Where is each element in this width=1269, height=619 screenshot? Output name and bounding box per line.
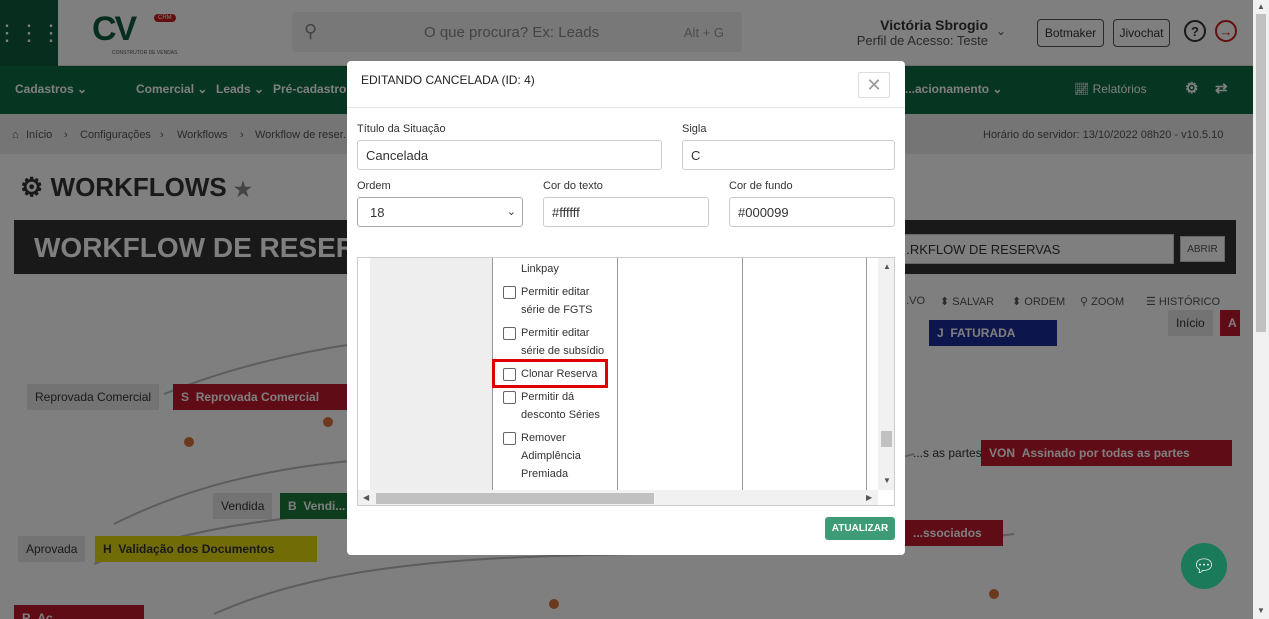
- ordem-select[interactable]: 18 ⌄: [357, 197, 523, 227]
- page-scrollbar[interactable]: ▲ ▼: [1253, 0, 1269, 619]
- page-scrollbar-thumb[interactable]: [1256, 14, 1266, 332]
- sigla-label: Sigla: [682, 123, 707, 135]
- cor-fundo-input[interactable]: #000099: [729, 197, 895, 227]
- permission-label-fgts: Permitir editar série de FGTS: [521, 286, 593, 316]
- permissions-vertical-scrollbar[interactable]: ▲ ▼: [878, 258, 894, 490]
- chat-icon[interactable]: 💬︎: [1181, 543, 1227, 589]
- cor-texto-input[interactable]: #ffffff: [543, 197, 709, 227]
- checkbox-desconto-series[interactable]: [503, 391, 516, 404]
- checkbox-editar-serie-fgts[interactable]: [503, 286, 516, 299]
- scroll-up-icon[interactable]: ▲: [1257, 2, 1265, 11]
- atualizar-button[interactable]: ATUALIZAR: [825, 517, 895, 540]
- scroll-down-icon[interactable]: ▼: [1257, 606, 1265, 615]
- permissions-horizontal-scrollbar[interactable]: ◀ ▶: [358, 490, 878, 505]
- checkbox-remover-adimplencia[interactable]: [503, 432, 516, 445]
- ordem-label: Ordem: [357, 180, 391, 192]
- permissions-table[interactable]: Linkpay Permitir editar série de FGTS Pe…: [357, 257, 895, 506]
- cor-fundo-label: Cor de fundo: [729, 180, 793, 192]
- permission-label-linkpay: Linkpay: [521, 263, 559, 275]
- horizontal-scrollbar-thumb[interactable]: [376, 493, 654, 504]
- modal-header: EDITANDO CANCELADA (ID: 4) ✕: [347, 61, 905, 108]
- titulo-label: Título da Situação: [357, 123, 446, 135]
- checkbox-editar-serie-subsidio[interactable]: [503, 327, 516, 340]
- permission-label-adimplencia: Remover Adimplência Premiada: [521, 432, 581, 480]
- permissions-column-empty: [370, 258, 492, 490]
- vertical-scrollbar-thumb[interactable]: [881, 431, 892, 447]
- sigla-input[interactable]: C: [682, 140, 895, 170]
- chevron-down-icon: ⌄: [506, 206, 516, 218]
- scroll-right-icon[interactable]: ▶: [866, 493, 872, 502]
- close-icon[interactable]: ✕: [858, 72, 890, 98]
- scroll-down-icon[interactable]: ▼: [883, 476, 891, 485]
- titulo-input[interactable]: Cancelada: [357, 140, 662, 170]
- scroll-left-icon[interactable]: ◀: [363, 493, 369, 502]
- modal-title: EDITANDO CANCELADA (ID: 4): [361, 73, 535, 87]
- cor-texto-label: Cor do texto: [543, 180, 603, 192]
- ordem-value: 18: [370, 205, 385, 220]
- edit-situation-modal: EDITANDO CANCELADA (ID: 4) ✕ Título da S…: [347, 61, 905, 555]
- permission-label-desconto: Permitir dá desconto Séries: [521, 391, 600, 421]
- scroll-up-icon[interactable]: ▲: [883, 262, 891, 271]
- highlight-box: [492, 359, 608, 388]
- permission-label-subsidio: Permitir editar série de subsídio: [521, 327, 605, 357]
